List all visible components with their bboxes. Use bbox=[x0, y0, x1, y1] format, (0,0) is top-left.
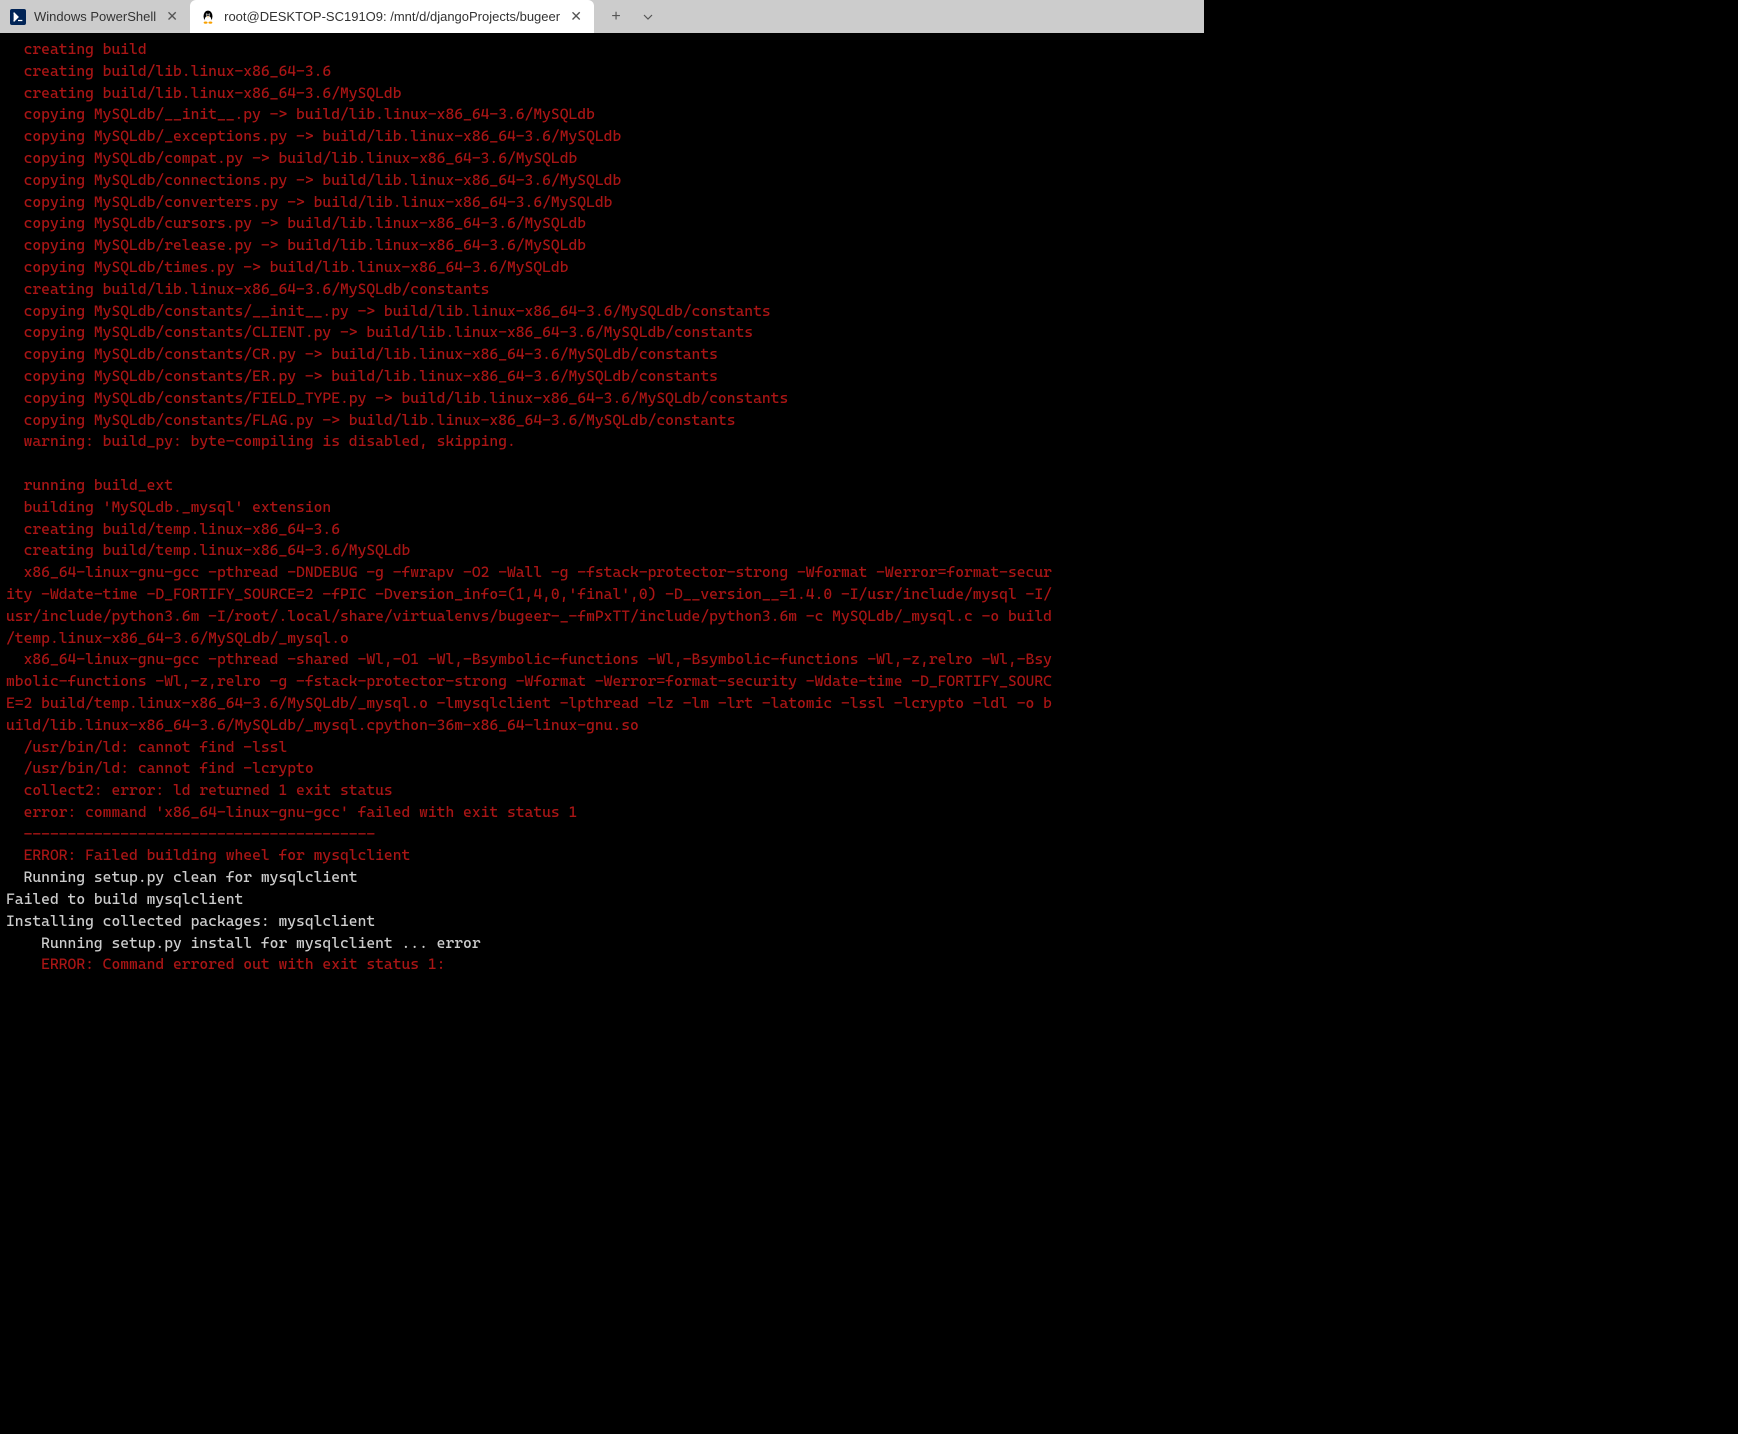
terminal-line: x86_64-linux-gnu-gcc -pthread -shared -W… bbox=[6, 649, 1198, 671]
terminal-line: copying MySQLdb/_exceptions.py -> build/… bbox=[6, 126, 1198, 148]
terminal-line: creating build/lib.linux-x86_64-3.6 bbox=[6, 61, 1198, 83]
terminal-line: ERROR: Command errored out with exit sta… bbox=[6, 954, 1198, 976]
terminal-line: copying MySQLdb/constants/FLAG.py -> bui… bbox=[6, 410, 1198, 432]
terminal-line: Failed to build mysqlclient bbox=[6, 889, 1198, 911]
terminal-line: usr/include/python3.6m -I/root/.local/sh… bbox=[6, 606, 1198, 628]
terminal-line: /usr/bin/ld: cannot find -lcrypto bbox=[6, 758, 1198, 780]
tux-icon bbox=[200, 9, 216, 25]
terminal-line: collect2: error: ld returned 1 exit stat… bbox=[6, 780, 1198, 802]
close-icon[interactable]: ✕ bbox=[164, 9, 180, 25]
terminal-line: copying MySQLdb/times.py -> build/lib.li… bbox=[6, 257, 1198, 279]
terminal-line: creating build/temp.linux-x86_64-3.6 bbox=[6, 519, 1198, 541]
terminal-line: ERROR: Failed building wheel for mysqlcl… bbox=[6, 845, 1198, 867]
tab-label: Windows PowerShell bbox=[34, 9, 156, 24]
terminal-line: Running setup.py install for mysqlclient… bbox=[6, 933, 1198, 955]
tab-actions: + bbox=[594, 3, 662, 31]
terminal-output[interactable]: creating build creating build/lib.linux-… bbox=[0, 33, 1204, 994]
tab-bar: Windows PowerShell ✕ root@DESKTOP-SC191O… bbox=[0, 0, 1204, 33]
terminal-line: uild/lib.linux-x86_64-3.6/MySQLdb/_mysql… bbox=[6, 715, 1198, 737]
terminal-line: error: command 'x86_64-linux-gnu-gcc' fa… bbox=[6, 802, 1198, 824]
terminal-line: creating build/lib.linux-x86_64-3.6/MySQ… bbox=[6, 83, 1198, 105]
terminal-line: copying MySQLdb/constants/ER.py -> build… bbox=[6, 366, 1198, 388]
terminal-line: running build_ext bbox=[6, 475, 1198, 497]
terminal-line: copying MySQLdb/release.py -> build/lib.… bbox=[6, 235, 1198, 257]
terminal-line: copying MySQLdb/constants/__init__.py ->… bbox=[6, 301, 1198, 323]
terminal-line: copying MySQLdb/compat.py -> build/lib.l… bbox=[6, 148, 1198, 170]
dropdown-button[interactable] bbox=[634, 3, 662, 31]
terminal-line: creating build/temp.linux-x86_64-3.6/MyS… bbox=[6, 540, 1198, 562]
terminal-line: Running setup.py clean for mysqlclient bbox=[6, 867, 1198, 889]
terminal-line: copying MySQLdb/constants/CLIENT.py -> b… bbox=[6, 322, 1198, 344]
terminal-line: copying MySQLdb/connections.py -> build/… bbox=[6, 170, 1198, 192]
tab-powershell[interactable]: Windows PowerShell ✕ bbox=[0, 0, 190, 33]
terminal-line: /usr/bin/ld: cannot find -lssl bbox=[6, 737, 1198, 759]
terminal-line: copying MySQLdb/constants/CR.py -> build… bbox=[6, 344, 1198, 366]
terminal-line: creating build/lib.linux-x86_64-3.6/MySQ… bbox=[6, 279, 1198, 301]
terminal-line: copying MySQLdb/constants/FIELD_TYPE.py … bbox=[6, 388, 1198, 410]
terminal-line: warning: build_py: byte-compiling is dis… bbox=[6, 431, 1198, 453]
tab-label: root@DESKTOP-SC191O9: /mnt/d/djangoProje… bbox=[224, 9, 560, 24]
terminal-line: Installing collected packages: mysqlclie… bbox=[6, 911, 1198, 933]
terminal-line: ity -Wdate-time -D_FORTIFY_SOURCE=2 -fPI… bbox=[6, 584, 1198, 606]
close-icon[interactable]: ✕ bbox=[568, 9, 584, 25]
terminal-line: copying MySQLdb/cursors.py -> build/lib.… bbox=[6, 213, 1198, 235]
terminal-line: x86_64-linux-gnu-gcc -pthread -DNDEBUG -… bbox=[6, 562, 1198, 584]
new-tab-button[interactable]: + bbox=[602, 3, 630, 31]
terminal-line: mbolic-functions -Wl,-z,relro -g -fstack… bbox=[6, 671, 1198, 693]
terminal-line: ---------------------------------------- bbox=[6, 824, 1198, 846]
terminal-line: creating build bbox=[6, 39, 1198, 61]
terminal-line: /temp.linux-x86_64-3.6/MySQLdb/_mysql.o bbox=[6, 628, 1198, 650]
terminal-line: copying MySQLdb/__init__.py -> build/lib… bbox=[6, 104, 1198, 126]
terminal-line: copying MySQLdb/converters.py -> build/l… bbox=[6, 192, 1198, 214]
powershell-icon bbox=[10, 9, 26, 25]
terminal-line bbox=[6, 453, 1198, 475]
terminal-line: E=2 build/temp.linux-x86_64-3.6/MySQLdb/… bbox=[6, 693, 1198, 715]
terminal-line: building 'MySQLdb._mysql' extension bbox=[6, 497, 1198, 519]
tab-linux-terminal[interactable]: root@DESKTOP-SC191O9: /mnt/d/djangoProje… bbox=[190, 0, 594, 33]
